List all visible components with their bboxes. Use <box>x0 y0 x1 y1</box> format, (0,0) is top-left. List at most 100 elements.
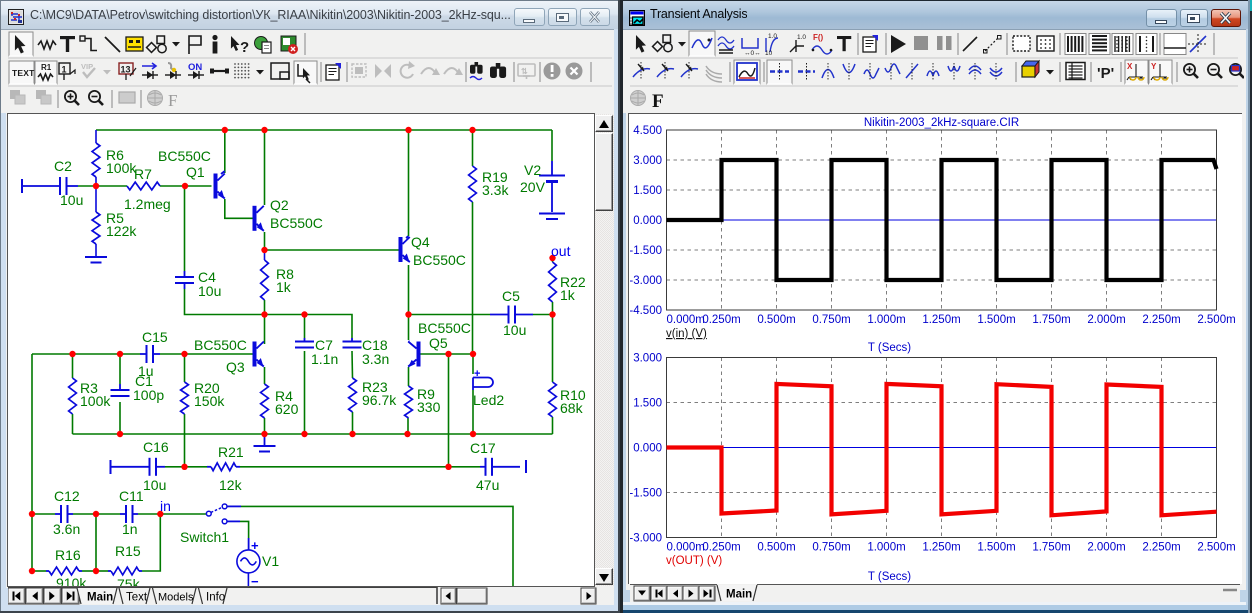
svg-text:BC550C: BC550C <box>194 337 247 353</box>
svg-text:10u: 10u <box>143 477 166 493</box>
svg-text:BC550C: BC550C <box>270 215 323 231</box>
svg-text:Q5: Q5 <box>429 335 448 351</box>
svg-text:ON: ON <box>188 62 202 73</box>
svg-text:1.750m: 1.750m <box>1032 314 1070 326</box>
svg-text:1.000m: 1.000m <box>867 542 905 554</box>
svg-text:F: F <box>168 91 177 110</box>
svg-text:2.500m: 2.500m <box>1197 542 1235 554</box>
svg-text:910k: 910k <box>56 575 87 586</box>
svg-text:1.1n: 1.1n <box>311 351 338 367</box>
svg-text:47u: 47u <box>476 477 499 493</box>
svg-text:VIP: VIP <box>81 62 93 71</box>
svg-text:Switch1: Switch1 <box>180 529 229 545</box>
svg-text:0.500m: 0.500m <box>757 542 795 554</box>
svg-text:1n: 1n <box>122 521 138 537</box>
svg-text:0.000m: 0.000m <box>667 314 705 326</box>
svg-text:68k: 68k <box>560 400 584 416</box>
svg-text:C17: C17 <box>470 440 496 456</box>
svg-text:2.000m: 2.000m <box>1087 542 1125 554</box>
svg-text:3.6n: 3.6n <box>53 521 80 537</box>
svg-text:1.2meg: 1.2meg <box>124 196 171 212</box>
svg-text:620: 620 <box>275 401 299 417</box>
svg-text:Led2: Led2 <box>473 392 504 408</box>
svg-text:1k: 1k <box>560 287 576 303</box>
svg-text:C15: C15 <box>142 329 168 345</box>
svg-text:in: in <box>160 498 171 514</box>
svg-text:−: − <box>251 574 259 586</box>
svg-text:13: 13 <box>121 65 131 75</box>
svg-text:BC550C: BC550C <box>418 320 471 336</box>
svg-text:BC550C: BC550C <box>413 252 466 268</box>
svg-text:1.500m: 1.500m <box>977 314 1015 326</box>
svg-text:Q2: Q2 <box>270 197 289 213</box>
svg-text:1.250m: 1.250m <box>922 314 960 326</box>
svg-text:2.500m: 2.500m <box>1197 314 1235 326</box>
svg-text:T (Secs): T (Secs) <box>868 571 911 583</box>
svg-text:1.250m: 1.250m <box>922 542 960 554</box>
svg-text:0.000: 0.000 <box>633 443 662 455</box>
svg-text:Main: Main <box>726 589 752 601</box>
svg-text:Q1: Q1 <box>186 164 205 180</box>
svg-text:10: 10 <box>765 50 773 57</box>
svg-text:2.000m: 2.000m <box>1087 314 1125 326</box>
svg-text:Q4: Q4 <box>411 234 430 250</box>
svg-text:0.250m: 0.250m <box>702 542 740 554</box>
svg-text:1.000m: 1.000m <box>867 314 905 326</box>
svg-text:100p: 100p <box>133 387 164 403</box>
svg-text:v(OUT) (V): v(OUT) (V) <box>666 555 722 567</box>
svg-text:1.500: 1.500 <box>633 185 662 197</box>
svg-text:R16: R16 <box>55 547 81 563</box>
svg-text:R1: R1 <box>41 63 52 72</box>
svg-text:C16: C16 <box>143 439 169 455</box>
svg-text:T (Secs): T (Secs) <box>868 342 911 354</box>
svg-text:330: 330 <box>417 399 441 415</box>
svg-text:Y: Y <box>1151 62 1157 71</box>
svg-text:3.000: 3.000 <box>633 353 662 365</box>
svg-text:R15: R15 <box>115 543 141 559</box>
svg-text:C12: C12 <box>54 488 80 504</box>
svg-text:10u: 10u <box>60 192 83 208</box>
svg-text:1.750m: 1.750m <box>1032 542 1070 554</box>
svg-text:150k: 150k <box>194 393 225 409</box>
svg-text:C11: C11 <box>119 488 144 504</box>
svg-text:0.000m: 0.000m <box>667 542 705 554</box>
svg-text:TEXT: TEXT <box>12 68 35 78</box>
svg-text:-3.000: -3.000 <box>630 533 662 545</box>
svg-text:12k: 12k <box>219 477 243 493</box>
svg-text:+: + <box>251 538 259 553</box>
svg-text:1.0: 1.0 <box>797 34 806 41</box>
svg-text:3.000: 3.000 <box>633 155 662 167</box>
svg-text:-4.500: -4.500 <box>630 305 662 317</box>
svg-text:0.000: 0.000 <box>633 215 662 227</box>
svg-text:122k: 122k <box>106 223 137 239</box>
svg-text:20V: 20V <box>520 179 546 195</box>
svg-text:V2: V2 <box>524 162 541 178</box>
svg-text:2.250m: 2.250m <box>1142 314 1180 326</box>
svg-text:-1.500: -1.500 <box>630 245 662 257</box>
svg-text:Nikitin-2003_2kHz-square.CIR: Nikitin-2003_2kHz-square.CIR <box>864 117 1019 129</box>
svg-text:Q3: Q3 <box>226 359 245 375</box>
svg-text:1.500m: 1.500m <box>977 542 1015 554</box>
svg-text:0.500m: 0.500m <box>757 314 795 326</box>
svg-text:-1.500: -1.500 <box>630 488 662 500</box>
svg-text:2.250m: 2.250m <box>1142 542 1180 554</box>
svg-text:1: 1 <box>62 65 67 75</box>
svg-text:V1: V1 <box>262 553 279 569</box>
svg-text:Info: Info <box>206 592 225 604</box>
svg-text:3.3n: 3.3n <box>362 351 389 367</box>
svg-text:v(in) (V): v(in) (V) <box>666 328 707 340</box>
svg-text:1.0: 1.0 <box>768 33 777 40</box>
svg-text:1k: 1k <box>276 279 292 295</box>
svg-text:C2: C2 <box>54 158 72 174</box>
svg-text:C5: C5 <box>502 288 520 304</box>
svg-text:Text: Text <box>126 592 148 604</box>
svg-text:10u: 10u <box>503 322 526 338</box>
svg-text:F: F <box>652 91 664 112</box>
svg-text:1.500: 1.500 <box>633 398 662 410</box>
svg-text:75k: 75k <box>117 576 141 586</box>
svg-text:Models: Models <box>158 592 194 604</box>
svg-text:96.7k: 96.7k <box>362 392 397 408</box>
svg-text:4.500: 4.500 <box>633 125 662 137</box>
svg-text:0.250m: 0.250m <box>702 314 740 326</box>
svg-text:out: out <box>551 243 571 259</box>
